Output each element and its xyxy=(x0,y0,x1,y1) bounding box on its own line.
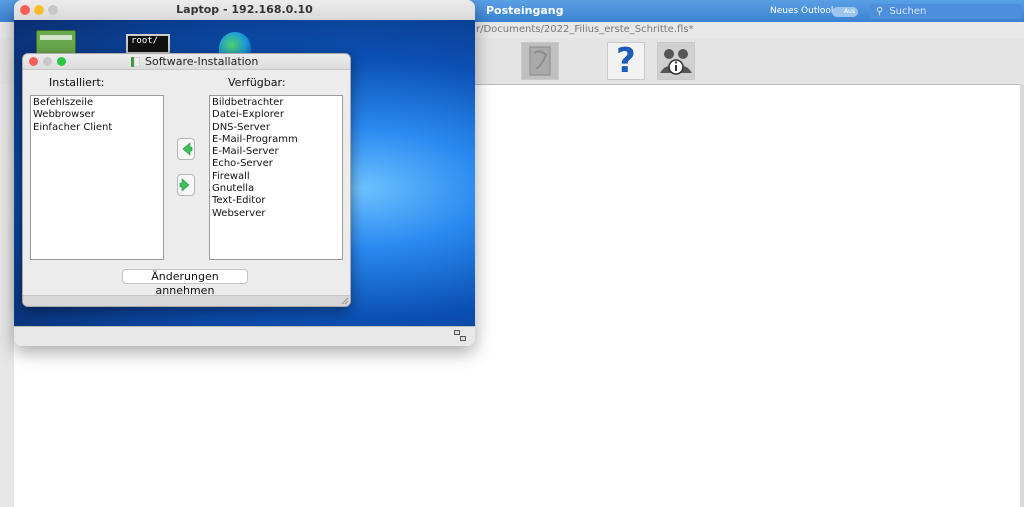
document-button[interactable] xyxy=(521,42,559,80)
list-item[interactable]: DNS-Server xyxy=(212,122,340,134)
terminal-icon-label: root/ xyxy=(131,36,159,46)
outlook-search-field[interactable]: ⚲ Suchen xyxy=(870,4,1022,19)
network-status-icon xyxy=(454,330,466,341)
webbrowser-icon[interactable] xyxy=(219,32,251,54)
list-item[interactable]: Einfacher Client xyxy=(33,122,161,134)
arrow-right-icon xyxy=(179,178,190,192)
new-outlook-toggle[interactable]: Aus xyxy=(832,7,858,17)
info-button[interactable] xyxy=(657,42,695,80)
outlook-title: Posteingang xyxy=(486,4,564,17)
installed-list[interactable]: Befehlszeile Webbrowser Einfacher Client xyxy=(30,95,164,260)
filius-scrollbar[interactable] xyxy=(1020,84,1024,507)
document-icon xyxy=(529,46,551,76)
app-icon xyxy=(131,57,140,67)
available-list[interactable]: Bildbetrachter Datei-Explorer DNS-Server E-… xyxy=(209,95,343,260)
terminal-icon[interactable]: root/ xyxy=(126,34,170,54)
arrow-left-icon xyxy=(182,142,193,156)
list-item[interactable]: Echo-Server xyxy=(212,158,340,170)
help-button[interactable]: ? xyxy=(607,41,645,81)
list-item[interactable]: E-Mail-Server xyxy=(212,146,340,158)
filius-file-path: r/Documents/2022_Filius_erste_Schritte.f… xyxy=(476,24,694,35)
laptop-title: Laptop - 192.168.0.10 xyxy=(176,3,313,16)
apply-changes-button[interactable]: Änderungen annehmen xyxy=(122,269,248,297)
search-placeholder: Suchen xyxy=(889,6,927,17)
dialog-title: Software-Installation xyxy=(145,55,259,68)
filius-sidebar xyxy=(0,84,15,507)
dialog-statusbar xyxy=(23,295,350,306)
new-outlook-label: Neues Outlook xyxy=(770,6,837,16)
laptop-statusbar xyxy=(14,326,475,346)
list-item[interactable]: E-Mail-Programm xyxy=(212,134,340,146)
list-item[interactable]: Text-Editor xyxy=(212,195,340,207)
dialog-maximize-button[interactable] xyxy=(57,57,66,66)
dialog-minimize-button[interactable] xyxy=(43,57,52,66)
install-arrow-button[interactable] xyxy=(177,138,195,160)
search-icon: ⚲ xyxy=(876,6,884,17)
list-item[interactable]: Webserver xyxy=(212,208,340,220)
list-item[interactable]: Webbrowser xyxy=(33,109,161,121)
available-label: Verfügbar: xyxy=(228,76,286,89)
uninstall-arrow-button[interactable] xyxy=(177,174,195,196)
list-item[interactable]: Bildbetrachter xyxy=(212,97,340,109)
help-icon: ? xyxy=(616,41,636,81)
software-installation-dialog: Software-Installation Installiert: Verfü… xyxy=(22,53,351,307)
list-item[interactable]: Gnutella xyxy=(212,183,340,195)
list-item[interactable]: Datei-Explorer xyxy=(212,109,340,121)
resize-grip-icon[interactable] xyxy=(341,297,349,305)
list-item[interactable]: Befehlszeile xyxy=(33,97,161,109)
dialog-close-button[interactable] xyxy=(29,57,38,66)
installed-label: Installiert: xyxy=(49,76,105,89)
list-item[interactable]: Firewall xyxy=(212,171,340,183)
people-info-icon xyxy=(660,49,692,75)
